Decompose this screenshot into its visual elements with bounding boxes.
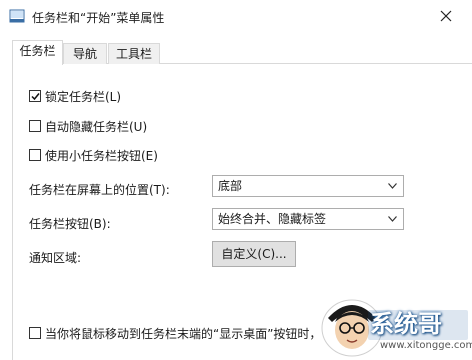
taskbar-location-value: 底部 bbox=[218, 179, 243, 193]
taskbar-location-select[interactable]: 底部 bbox=[212, 175, 404, 197]
watermark-brand: 系统哥 bbox=[370, 310, 442, 338]
peek-checkbox[interactable] bbox=[29, 327, 41, 339]
tab-navigation[interactable]: 导航 bbox=[63, 43, 107, 65]
chevron-down-icon bbox=[388, 183, 397, 189]
auto-hide-checkbox[interactable] bbox=[29, 120, 41, 132]
customize-button[interactable]: 自定义(C)... bbox=[212, 241, 296, 267]
taskbar-icon bbox=[9, 8, 25, 24]
chevron-down-icon bbox=[388, 216, 397, 222]
small-buttons-checkbox[interactable] bbox=[29, 149, 41, 161]
tab-toolbars[interactable]: 工具栏 bbox=[108, 43, 160, 65]
taskbar-buttons-select[interactable]: 始终合并、隐藏标签 bbox=[212, 208, 404, 230]
lock-taskbar-checkbox[interactable] bbox=[29, 90, 41, 102]
lock-taskbar-option[interactable]: 锁定任务栏(L) bbox=[29, 87, 121, 105]
peek-label: 当你将鼠标移动到任务栏末端的“显示桌面”按钮时， bbox=[45, 326, 322, 341]
notification-area-label: 通知区域: bbox=[29, 251, 82, 265]
taskbar-buttons-label: 任务栏按钮(B): bbox=[29, 217, 111, 231]
close-button[interactable] bbox=[420, 0, 472, 32]
close-icon bbox=[440, 10, 452, 22]
small-buttons-label: 使用小任务栏按钮(E) bbox=[45, 148, 158, 163]
taskbar-location-label: 任务栏在屏幕上的位置(T): bbox=[29, 183, 170, 197]
small-buttons-option[interactable]: 使用小任务栏按钮(E) bbox=[29, 146, 158, 164]
title-bar: 任务栏和“开始”菜单属性 bbox=[0, 0, 472, 32]
tab-taskbar[interactable]: 任务栏 bbox=[12, 40, 63, 65]
window-title: 任务栏和“开始”菜单属性 bbox=[32, 11, 165, 25]
auto-hide-label: 自动隐藏任务栏(U) bbox=[45, 119, 148, 134]
checkmark-icon bbox=[31, 93, 40, 101]
watermark-url: www.xitongge.com bbox=[380, 340, 472, 351]
taskbar-buttons-value: 始终合并、隐藏标签 bbox=[218, 212, 327, 226]
peek-option[interactable]: 当你将鼠标移动到任务栏末端的“显示桌面”按钮时， bbox=[29, 324, 321, 342]
lock-taskbar-label: 锁定任务栏(L) bbox=[45, 89, 122, 104]
watermark: 系统哥 www.xitongge.com bbox=[308, 288, 472, 360]
auto-hide-option[interactable]: 自动隐藏任务栏(U) bbox=[29, 117, 147, 135]
